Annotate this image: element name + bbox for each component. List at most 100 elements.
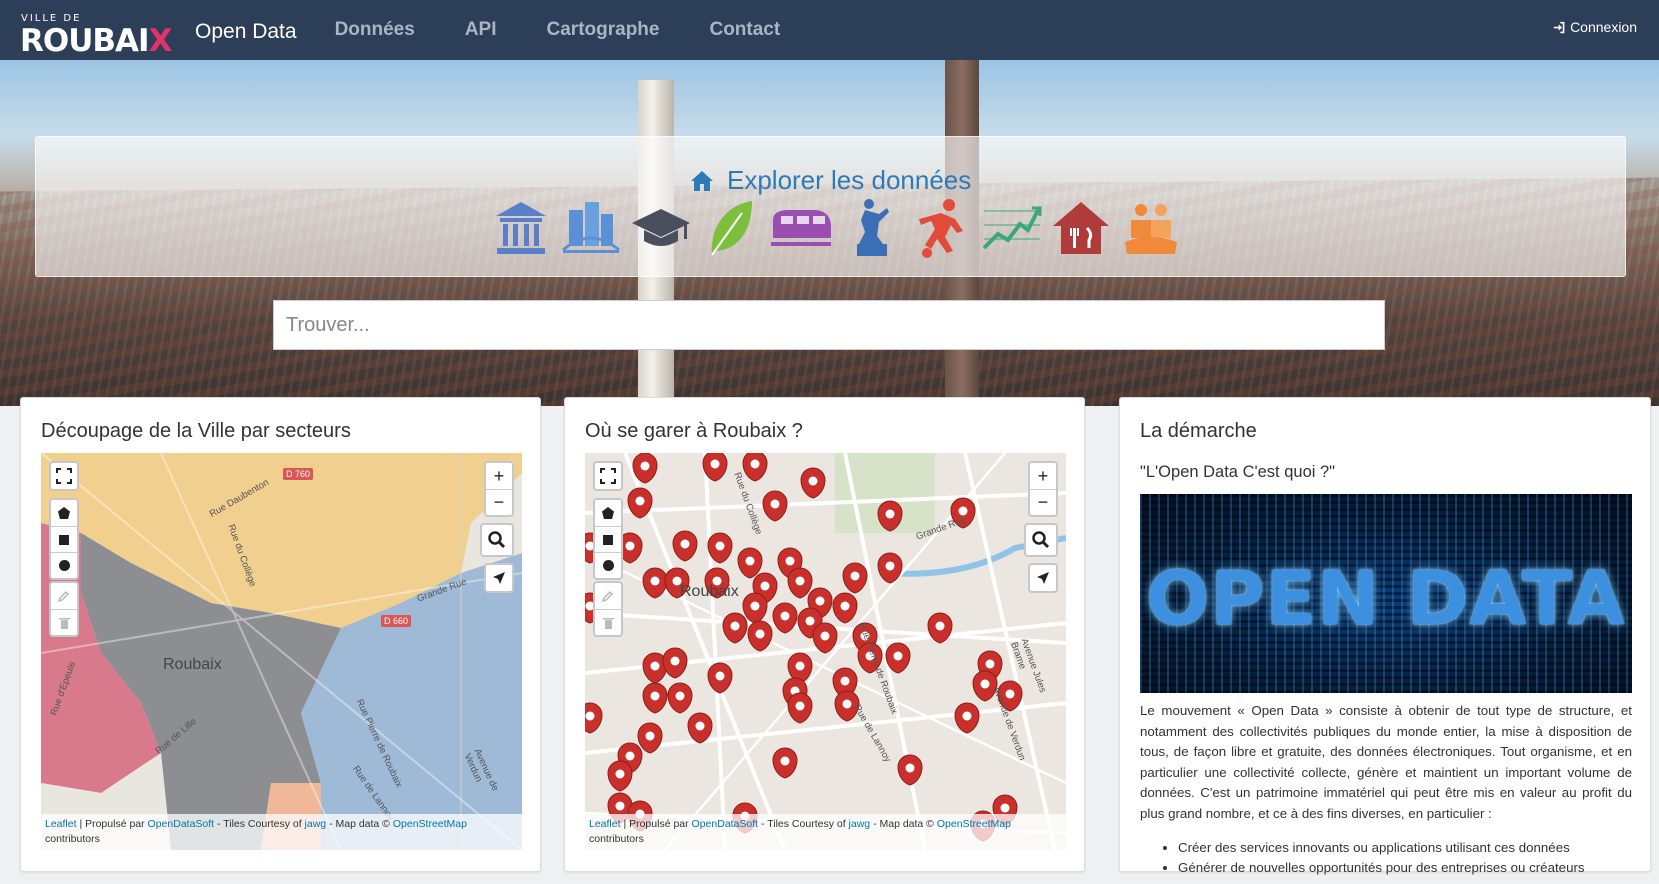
- map-search-control: [480, 523, 514, 557]
- sectors-card: Découpage de la Ville par secteurs Rouba…: [20, 397, 541, 872]
- fullscreen-control: [49, 461, 79, 491]
- nav-links: Données API Cartographe Contact: [335, 19, 831, 41]
- category-icons: [486, 195, 1186, 261]
- login-label: Connexion: [1570, 19, 1637, 35]
- login-icon: [1553, 21, 1565, 33]
- logo-main: ROUBAI: [20, 23, 150, 59]
- logo-main-text: ROUBAIX: [20, 23, 173, 59]
- hero-banner: Explorer les données: [0, 60, 1659, 406]
- search-input[interactable]: [273, 300, 1385, 350]
- growth-chart-icon[interactable]: [976, 195, 1046, 261]
- nav-link-contact[interactable]: Contact: [709, 19, 780, 41]
- zoom-control: + −: [484, 461, 514, 517]
- locate-icon[interactable]: [1030, 565, 1056, 591]
- draw-toolbar: [49, 498, 79, 580]
- attrib-text: - Tiles Courtesy of: [758, 817, 849, 830]
- about-card: La démarche "L'Open Data C'est quoi ?" O…: [1119, 397, 1651, 875]
- explore-panel: Explorer les données: [35, 136, 1626, 277]
- draw-rectangle-icon[interactable]: [595, 526, 621, 552]
- osm-link[interactable]: OpenStreetMap: [937, 818, 1011, 830]
- logo-x: X: [148, 23, 173, 59]
- map-city-label: Roubaix: [163, 656, 222, 673]
- nav-link-donnees[interactable]: Données: [335, 19, 415, 41]
- leaflet-link[interactable]: Leaflet: [45, 818, 77, 830]
- attrib-text: | Propulsé par: [76, 817, 148, 830]
- zoom-in-button[interactable]: +: [1030, 463, 1056, 489]
- open-data-banner-image: OPEN DATA: [1140, 494, 1632, 693]
- about-paragraph: Le mouvement « Open Data » consiste à ob…: [1140, 703, 1632, 821]
- list-item: Créer des services innovants ou applicat…: [1178, 838, 1632, 858]
- restaurant-house-icon[interactable]: [1046, 195, 1116, 261]
- fullscreen-control: [593, 461, 623, 491]
- sectors-map[interactable]: Roubaix Rue Daubenton Rue du Collège Gra…: [41, 453, 522, 850]
- list-item: Générer de nouvelles opportunités pour d…: [1178, 858, 1632, 878]
- edit-icon[interactable]: [595, 583, 621, 609]
- opendatasoft-link[interactable]: OpenDataSoft: [692, 818, 759, 830]
- zoom-in-button[interactable]: +: [486, 463, 512, 489]
- locate-control: [1028, 563, 1058, 593]
- parking-map-canvas: [585, 453, 1066, 850]
- map-search-icon[interactable]: [1026, 525, 1056, 555]
- nav-link-cartographe[interactable]: Cartographe: [547, 19, 660, 41]
- brand-logo[interactable]: VILLE DE ROUBAIX Open Data: [20, 7, 297, 59]
- edit-toolbar: [49, 581, 79, 637]
- graduation-cap-icon[interactable]: [626, 195, 696, 261]
- zoom-out-button[interactable]: −: [486, 489, 512, 515]
- fullscreen-icon[interactable]: [595, 463, 621, 489]
- draw-polygon-icon[interactable]: [595, 500, 621, 526]
- museum-icon[interactable]: [486, 195, 556, 261]
- road-sign: D 660: [381, 615, 412, 627]
- locate-icon[interactable]: [486, 565, 512, 591]
- trash-icon[interactable]: [595, 609, 621, 635]
- explore-title[interactable]: Explorer les données: [36, 165, 1625, 196]
- fullscreen-icon[interactable]: [51, 463, 77, 489]
- road-sign: D 760: [283, 468, 314, 480]
- community-hands-icon[interactable]: [1116, 195, 1186, 261]
- trash-icon[interactable]: [51, 609, 77, 635]
- map-attribution: Leaflet | Propulsé par OpenDataSoft - Ti…: [585, 813, 1066, 850]
- zoom-control: + −: [1028, 461, 1058, 517]
- draw-rectangle-icon[interactable]: [51, 526, 77, 552]
- about-card-title: La démarche: [1140, 420, 1257, 442]
- attrib-text: - Map data ©: [326, 817, 393, 830]
- login-link[interactable]: Connexion: [1553, 19, 1637, 35]
- nav-link-api[interactable]: API: [465, 19, 497, 41]
- draw-circle-icon[interactable]: [595, 552, 621, 578]
- statue-icon[interactable]: [836, 195, 906, 261]
- home-icon: [690, 171, 713, 191]
- brand-suffix: Open Data: [195, 20, 297, 43]
- map-city-label: Roubaix: [680, 583, 739, 600]
- edit-toolbar: [593, 581, 623, 637]
- map-search-icon[interactable]: [482, 525, 512, 555]
- about-bullets: Créer des services innovants ou applicat…: [1178, 838, 1632, 878]
- open-data-banner-text: OPEN DATA: [1146, 556, 1626, 642]
- opendatasoft-link[interactable]: OpenDataSoft: [148, 818, 215, 830]
- leaf-icon[interactable]: [696, 195, 766, 261]
- edit-icon[interactable]: [51, 583, 77, 609]
- attrib-contributors: contributors: [589, 832, 644, 845]
- parking-map[interactable]: Roubaix Rue du Collège Grande Rue Rue Pi…: [585, 453, 1066, 850]
- about-quote: "L'Open Data C'est quoi ?": [1140, 463, 1336, 481]
- parking-card-title: Où se garer à Roubaix ?: [585, 420, 803, 442]
- attrib-text: | Propulsé par: [620, 817, 692, 830]
- jawg-link[interactable]: jawg: [849, 818, 871, 830]
- sectors-map-canvas: [41, 453, 522, 850]
- draw-polygon-icon[interactable]: [51, 500, 77, 526]
- parking-card: Où se garer à Roubaix ? Roubaix Rue du C…: [564, 397, 1085, 872]
- attrib-contributors: contributors: [45, 832, 100, 845]
- city-bridge-icon[interactable]: [556, 195, 626, 261]
- jawg-link[interactable]: jawg: [305, 818, 327, 830]
- locate-control: [484, 563, 514, 593]
- draw-toolbar: [593, 498, 623, 580]
- osm-link[interactable]: OpenStreetMap: [393, 818, 467, 830]
- sectors-card-title: Découpage de la Ville par secteurs: [41, 420, 351, 442]
- attrib-text: - Tiles Courtesy of: [214, 817, 305, 830]
- leaflet-link[interactable]: Leaflet: [589, 818, 621, 830]
- zoom-out-button[interactable]: −: [1030, 489, 1056, 515]
- roubaix-logo: VILLE DE ROUBAIX: [20, 7, 183, 59]
- top-navbar: VILLE DE ROUBAIX Open Data Données API C…: [0, 0, 1659, 60]
- map-attribution: Leaflet | Propulsé par OpenDataSoft - Ti…: [41, 813, 522, 850]
- draw-circle-icon[interactable]: [51, 552, 77, 578]
- train-icon[interactable]: [766, 195, 836, 261]
- sport-player-icon[interactable]: [906, 195, 976, 261]
